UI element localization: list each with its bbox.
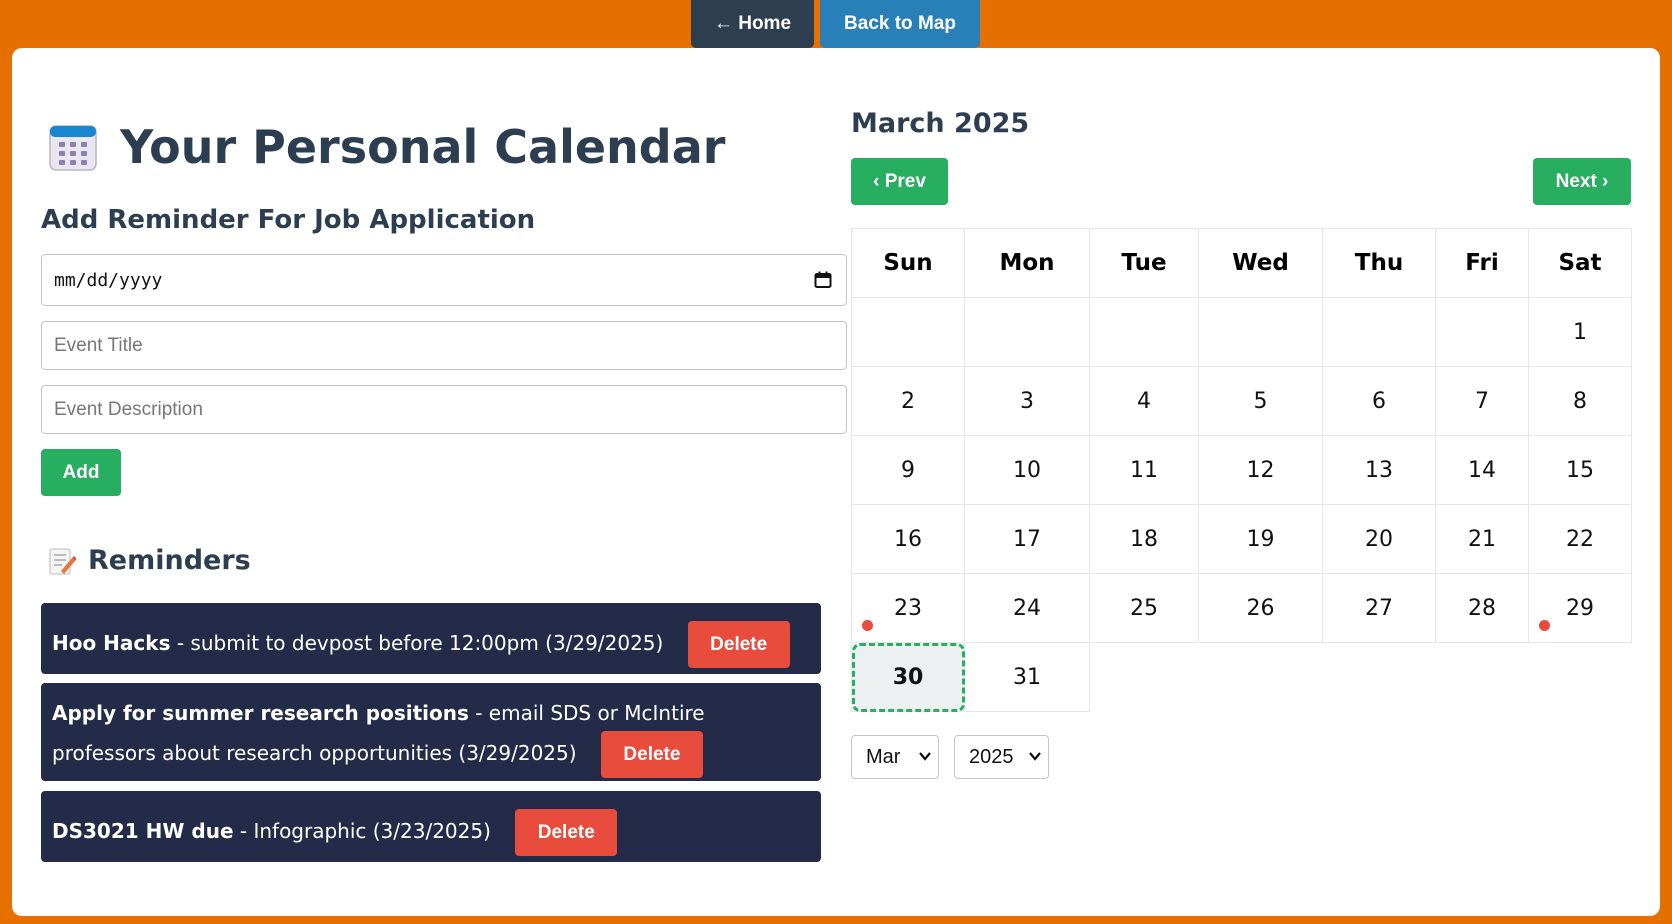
day-cell[interactable]: 4 — [1089, 366, 1199, 436]
weekday-fri: Fri — [1435, 228, 1529, 298]
back-to-map-button[interactable]: Back to Map — [820, 0, 980, 48]
day-cell[interactable]: 11 — [1089, 435, 1199, 505]
day-cell[interactable]: 2 — [851, 366, 965, 436]
day-cell[interactable]: 27 — [1322, 573, 1436, 643]
day-cell[interactable]: 18 — [1089, 504, 1199, 574]
empty-day-cell — [1090, 643, 1199, 712]
form-heading: Add Reminder For Job Application — [41, 205, 536, 235]
reminder-title: Apply for summer research positions — [52, 701, 469, 725]
empty-day-cell — [1322, 297, 1436, 367]
day-number: 23 — [894, 595, 922, 621]
month-select-value: Mar — [866, 745, 901, 768]
day-number: 29 — [1566, 595, 1594, 621]
day-cell[interactable]: 31 — [964, 642, 1090, 712]
day-cell[interactable]: 26 — [1198, 573, 1323, 643]
calendar-picker-icon[interactable] — [814, 271, 832, 289]
reminder-item: Apply for summer research positions - em… — [41, 683, 821, 781]
week-row: 30 31 — [851, 642, 1632, 712]
event-dot — [1539, 620, 1550, 631]
weekday-thu: Thu — [1322, 228, 1436, 298]
day-cell[interactable]: 9 — [851, 435, 965, 505]
reminder-title: DS3021 HW due — [52, 819, 234, 843]
reminder-text: - Infographic (3/23/2025) — [233, 819, 491, 843]
page-title: Your Personal Calendar — [120, 120, 726, 174]
day-cell[interactable]: 5 — [1198, 366, 1323, 436]
month-select[interactable]: Mar — [851, 735, 939, 779]
empty-day-cell — [1435, 297, 1529, 367]
next-month-button[interactable]: Next › — [1533, 158, 1631, 205]
delete-button[interactable]: Delete — [687, 621, 790, 668]
day-cell[interactable]: 22 — [1528, 504, 1632, 574]
reminder-item: Hoo Hacks - submit to devpost before 12:… — [41, 603, 821, 674]
prev-month-button[interactable]: ‹ Prev — [851, 158, 948, 205]
event-title-input[interactable]: Event Title — [41, 321, 847, 370]
day-cell[interactable]: 15 — [1528, 435, 1632, 505]
add-button[interactable]: Add — [41, 449, 121, 496]
date-placeholder: mm/dd/yyyy — [54, 269, 163, 291]
top-nav: ← Home Back to Map — [691, 0, 980, 48]
delete-button[interactable]: Delete — [515, 809, 618, 856]
empty-day-cell — [1089, 297, 1199, 367]
empty-day-cell — [1323, 643, 1436, 712]
year-select[interactable]: 2025 — [954, 735, 1049, 779]
event-description-placeholder: Event Description — [54, 398, 203, 420]
day-cell[interactable]: 14 — [1435, 435, 1529, 505]
home-button[interactable]: ← Home — [691, 0, 814, 48]
empty-day-cell — [1529, 643, 1632, 712]
day-cell[interactable]: 20 — [1322, 504, 1436, 574]
weekday-sun: Sun — [851, 228, 965, 298]
day-cell[interactable]: 10 — [964, 435, 1090, 505]
chevron-down-icon — [919, 752, 931, 761]
weekday-wed: Wed — [1198, 228, 1323, 298]
day-cell[interactable]: 28 — [1435, 573, 1529, 643]
week-row: 9 10 11 12 13 14 15 — [851, 435, 1632, 505]
reminders-header: Reminders — [48, 545, 251, 576]
day-cell[interactable]: 16 — [851, 504, 965, 574]
calendar-icon — [49, 125, 97, 171]
reminder-title: Hoo Hacks — [52, 631, 171, 655]
day-cell[interactable]: 13 — [1322, 435, 1436, 505]
event-title-placeholder: Event Title — [54, 334, 143, 356]
empty-day-cell — [1436, 643, 1529, 712]
day-cell[interactable]: 29 — [1528, 573, 1632, 643]
day-cell[interactable]: 17 — [964, 504, 1090, 574]
day-cell[interactable]: 19 — [1198, 504, 1323, 574]
reminder-item: DS3021 HW due - Infographic (3/23/2025) … — [41, 791, 821, 862]
day-cell[interactable]: 25 — [1089, 573, 1199, 643]
event-description-input[interactable]: Event Description — [41, 385, 847, 434]
empty-day-cell — [1199, 643, 1323, 712]
week-row: 16 17 18 19 20 21 22 — [851, 504, 1632, 574]
day-cell[interactable]: 23 — [851, 573, 965, 643]
reminders-title: Reminders — [88, 545, 251, 576]
day-cell[interactable]: 7 — [1435, 366, 1529, 436]
day-cell[interactable]: 21 — [1435, 504, 1529, 574]
week-row: 23 24 25 26 27 28 29 — [851, 573, 1632, 643]
week-row: 1 — [851, 297, 1632, 367]
day-cell[interactable]: 1 — [1528, 297, 1632, 367]
page-header: Your Personal Calendar — [48, 120, 725, 174]
day-cell[interactable]: 12 — [1198, 435, 1323, 505]
day-cell[interactable]: 8 — [1528, 366, 1632, 436]
year-select-value: 2025 — [969, 745, 1014, 768]
chevron-down-icon — [1029, 752, 1041, 761]
reminder-text: - submit to devpost before 12:00pm (3/29… — [170, 631, 664, 655]
memo-icon — [49, 548, 76, 574]
month-title: March 2025 — [851, 108, 1030, 139]
day-cell[interactable]: 24 — [964, 573, 1090, 643]
event-dot — [862, 620, 873, 631]
date-input[interactable]: mm/dd/yyyy — [41, 254, 847, 306]
empty-day-cell — [964, 297, 1090, 367]
day-cell[interactable]: 3 — [964, 366, 1090, 436]
week-row: 2 3 4 5 6 7 8 — [851, 366, 1632, 436]
weekday-tue: Tue — [1089, 228, 1199, 298]
delete-button[interactable]: Delete — [600, 731, 703, 778]
empty-day-cell — [851, 297, 965, 367]
weekday-row: Sun Mon Tue Wed Thu Fri Sat — [851, 228, 1632, 298]
calendar-grid: Sun Mon Tue Wed Thu Fri Sat 1 2 3 4 5 6 … — [851, 228, 1632, 712]
day-cell[interactable]: 6 — [1322, 366, 1436, 436]
today-cell[interactable]: 30 — [851, 642, 965, 712]
empty-day-cell — [1198, 297, 1323, 367]
weekday-sat: Sat — [1528, 228, 1632, 298]
weekday-mon: Mon — [964, 228, 1090, 298]
